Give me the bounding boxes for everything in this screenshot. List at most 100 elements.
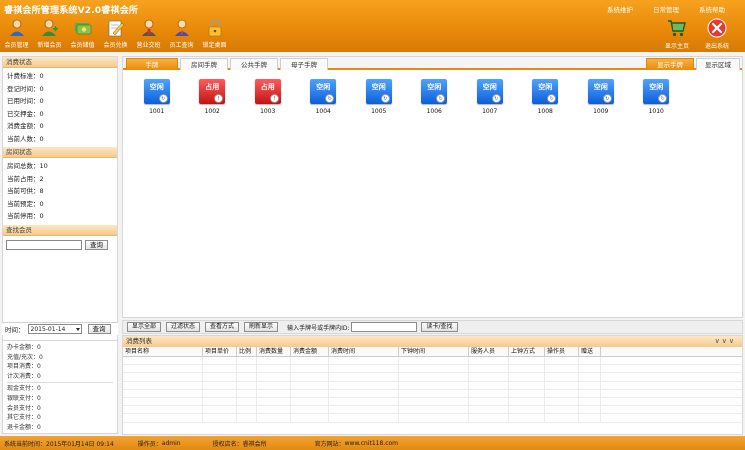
- table-row[interactable]: [123, 381, 742, 390]
- menu-daily-management[interactable]: 日常管理: [653, 4, 679, 14]
- table-cell: [203, 389, 237, 397]
- app-title: 睿祺会所管理系统V2.0睿祺会所: [4, 6, 139, 16]
- col-ratio[interactable]: 比例: [237, 347, 257, 356]
- table-cell: [203, 357, 237, 365]
- col-unit-price[interactable]: 项目单价: [203, 347, 237, 356]
- table-cell: [579, 414, 601, 422]
- room-card-1007[interactable]: 空闲 ↻ 1007: [462, 79, 518, 115]
- room-card-1009[interactable]: 空闲 ↻ 1009: [573, 79, 629, 115]
- col-start-mode[interactable]: 上钟方式: [509, 347, 545, 356]
- status-site-label: 官方网站：: [314, 440, 345, 448]
- table-row[interactable]: [123, 406, 742, 415]
- exit-system-button[interactable]: 退出系统: [697, 17, 737, 51]
- refresh-badge-icon: ↻: [380, 94, 390, 103]
- table-row[interactable]: [123, 414, 742, 423]
- room-card-1006[interactable]: 空闲 ↻ 1006: [407, 79, 463, 115]
- room-number: 1003: [260, 108, 276, 115]
- add-member-button[interactable]: 新增会员: [33, 17, 66, 51]
- hand-card-input[interactable]: [351, 322, 418, 332]
- table-cell: [291, 365, 329, 373]
- show-all-button[interactable]: 显示全部: [127, 322, 162, 332]
- room-card-1004[interactable]: 空闲 ↻ 1004: [296, 79, 352, 115]
- summary-member-payment: 会员支付：0: [7, 404, 41, 412]
- table-cell: [579, 357, 601, 365]
- refresh-badge-icon: ↻: [436, 94, 446, 103]
- date-select[interactable]: 2015-01-14: [27, 324, 82, 334]
- table-cell: [579, 397, 601, 406]
- table-cell: [545, 406, 579, 414]
- tab-parent-child-hand-card[interactable]: 母子手牌: [280, 58, 328, 70]
- room-status-label: 空闲: [371, 83, 386, 91]
- summary-card-amount: 办卡金额：0: [7, 344, 41, 351]
- room-tile: 占用!: [199, 79, 226, 104]
- col-service-staff[interactable]: 服务人员: [469, 347, 509, 356]
- table-row[interactable]: [123, 389, 742, 398]
- tab-public-hand-card[interactable]: 公共手牌: [230, 58, 278, 70]
- filter-status-button[interactable]: 过滤状态: [166, 322, 201, 332]
- tab-show-area[interactable]: 显示区域: [696, 58, 740, 70]
- employee-search-button[interactable]: 员工查询: [165, 17, 198, 51]
- room-card-1005[interactable]: 空闲 ↻ 1005: [351, 79, 407, 115]
- member-search-row: 查询: [3, 236, 117, 254]
- date-search-button[interactable]: 查询: [87, 324, 111, 334]
- stat-register-time: 登记时间：0: [7, 84, 44, 93]
- room-card-1003[interactable]: 占用! 1003: [240, 79, 296, 115]
- table-cell: [237, 397, 257, 406]
- col-operator[interactable]: 操作员: [545, 347, 579, 356]
- room-card-1001[interactable]: 空闲 ↻ 1001: [129, 79, 185, 115]
- table-cell: [123, 414, 203, 422]
- menu-system-maintenance[interactable]: 系统维护: [607, 4, 633, 14]
- table-cell: [257, 365, 291, 373]
- refresh-badge-icon: ↻: [491, 94, 501, 103]
- summary-refund-amount: 退卡金额：0: [7, 423, 41, 431]
- room-card-1002[interactable]: 占用! 1002: [185, 79, 241, 115]
- show-home-button[interactable]: 显示主页: [657, 17, 697, 51]
- col-item-name[interactable]: 项目名称: [123, 347, 203, 356]
- room-number: 1007: [482, 108, 498, 115]
- tab-show-hand-card[interactable]: 显示手牌: [646, 58, 694, 70]
- table-cell: [123, 381, 203, 389]
- table-cell: [399, 389, 469, 397]
- col-quantity[interactable]: 消费数量: [257, 347, 291, 356]
- member-management-button[interactable]: 会员管理: [0, 17, 33, 51]
- lock-desktop-button[interactable]: 锁定桌面: [198, 17, 231, 51]
- col-end-time[interactable]: 下钟时间: [399, 347, 469, 356]
- col-amount[interactable]: 消费金额: [291, 347, 329, 356]
- room-number: 1008: [537, 108, 553, 115]
- col-gift[interactable]: 赠送: [579, 347, 601, 356]
- recharge-icon: [73, 18, 93, 38]
- room-panel: 手牌 房间手牌 公共手牌 母子手牌 显示手牌 显示区域 空闲 ↻ 1001 占用! 10…: [122, 56, 743, 318]
- room-status-label: 空闲: [316, 83, 331, 91]
- status-time-label: 系统当前时间：: [4, 440, 47, 448]
- table-row[interactable]: [123, 365, 742, 374]
- member-search-input[interactable]: [6, 239, 82, 250]
- read-card-search-button[interactable]: 读卡/查找: [421, 322, 458, 332]
- col-consume-time[interactable]: 消费时间: [329, 347, 399, 356]
- table-row[interactable]: [123, 397, 742, 407]
- consumption-list-panel: 消费列表 ∨∨∨ 项目名称 项目单价 比例 消费数量 消费金额 消费时间 下钟时…: [122, 335, 743, 435]
- consumption-list-title: 消费列表: [126, 337, 152, 345]
- table-cell: [579, 381, 601, 389]
- table-row[interactable]: [123, 373, 742, 382]
- status-operator-label: 操作员：: [137, 440, 162, 448]
- refresh-display-button[interactable]: 刷新显示: [244, 322, 279, 332]
- table-row[interactable]: [123, 357, 742, 366]
- member-search-button[interactable]: 查询: [85, 239, 108, 250]
- collapse-icon[interactable]: ∨∨∨: [715, 336, 736, 347]
- tab-hand-card[interactable]: 手牌: [126, 58, 178, 70]
- add-member-icon: [40, 18, 60, 38]
- room-status-list: 房间总数：10 当前占用：2 当前可供：8 当前预定：0 当前停用：0: [3, 158, 117, 225]
- table-cell: [545, 397, 579, 406]
- menu-system-help[interactable]: 系统帮助: [699, 4, 725, 14]
- status-time-value: 2015年01月14日 09:14: [46, 440, 114, 448]
- tab-room-hand-card[interactable]: 房间手牌: [180, 58, 228, 70]
- view-mode-button[interactable]: 查看方式: [205, 322, 240, 332]
- room-card-1008[interactable]: 空闲 ↻ 1008: [518, 79, 574, 115]
- shift-handover-button[interactable]: 营业交班: [132, 17, 165, 51]
- refresh-badge-icon: ↻: [658, 94, 668, 103]
- table-cell: [545, 357, 579, 365]
- member-recharge-button[interactable]: 会员储值: [66, 17, 99, 51]
- room-card-1010[interactable]: 空闲 ↻ 1010: [629, 79, 685, 115]
- member-exchange-button[interactable]: 会员兑换: [99, 17, 132, 51]
- hand-card-input-label: 输入手牌号或手牌内ID:: [287, 324, 350, 332]
